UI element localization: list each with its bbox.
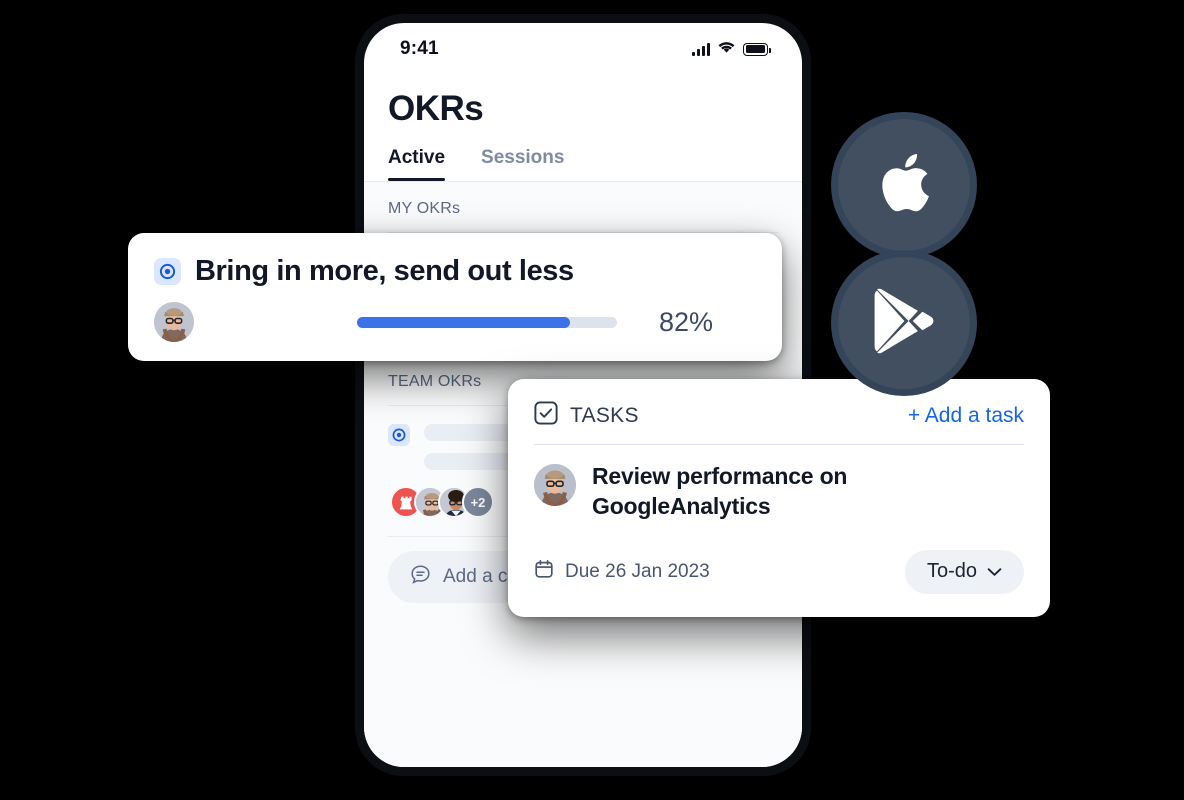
avatar-woman (154, 302, 194, 342)
task-due-date: Due 26 Jan 2023 (534, 559, 710, 585)
progress-track (357, 316, 617, 328)
tab-sessions[interactable]: Sessions (481, 147, 564, 181)
task-status-label: To-do (926, 560, 977, 583)
tasks-title-group: TASKS (534, 401, 639, 430)
status-bar-icons (692, 40, 771, 59)
status-bar-time: 9:41 (400, 38, 439, 59)
task-list-item[interactable]: Review performance on GoogleAnalytics (534, 461, 1024, 522)
tab-bar: Active Sessions (388, 147, 778, 181)
tasks-divider (534, 444, 1024, 445)
avatar-stack[interactable]: +2 (390, 486, 494, 518)
add-task-button[interactable]: + Add a task (908, 404, 1024, 428)
wifi-icon (717, 40, 736, 59)
okr-card-title: Bring in more, send out less (195, 255, 574, 287)
progress-fill (357, 316, 571, 328)
progress-label: 82% (659, 306, 714, 337)
google-play-icon (873, 288, 935, 359)
okr-card-progress-row: 82% (154, 302, 756, 342)
tasks-card[interactable]: TASKS + Add a task Review performance on… (508, 379, 1050, 617)
status-bar: 9:41 (364, 23, 802, 69)
page-title: OKRs (388, 89, 484, 128)
cellular-signal-icon (692, 42, 710, 56)
okr-summary-card[interactable]: Bring in more, send out less 82% (128, 233, 782, 361)
okr-card-header: Bring in more, send out less (154, 255, 756, 288)
avatar-overflow-count[interactable]: +2 (462, 486, 494, 518)
section-label-my-okrs: MY OKRs (388, 200, 461, 217)
apple-app-store-badge[interactable] (838, 119, 970, 251)
avatar-woman (534, 464, 576, 506)
battery-icon (743, 42, 771, 56)
task-footer: Due 26 Jan 2023 To-do (534, 549, 1024, 594)
apple-icon (877, 151, 931, 220)
checkbox-checked-icon (534, 401, 558, 430)
task-title: Review performance on GoogleAnalytics (592, 463, 848, 520)
target-icon (388, 424, 410, 446)
calendar-icon (534, 559, 554, 585)
tab-active[interactable]: Active (388, 147, 446, 181)
phone-header: OKRs Active Sessions (364, 69, 802, 181)
tasks-card-title: TASKS (570, 403, 639, 427)
task-status-dropdown[interactable]: To-do (904, 549, 1024, 594)
target-icon (154, 258, 181, 285)
tasks-card-header: TASKS + Add a task (534, 401, 1024, 430)
google-play-store-badge[interactable] (838, 257, 970, 389)
task-due-label: Due 26 Jan 2023 (565, 560, 710, 582)
chevron-down-icon (987, 560, 1002, 583)
comment-icon (410, 564, 431, 590)
screenshot-stage: 9:41 OKRs Active Sessions MY OKRs TEAM O… (0, 0, 1184, 800)
